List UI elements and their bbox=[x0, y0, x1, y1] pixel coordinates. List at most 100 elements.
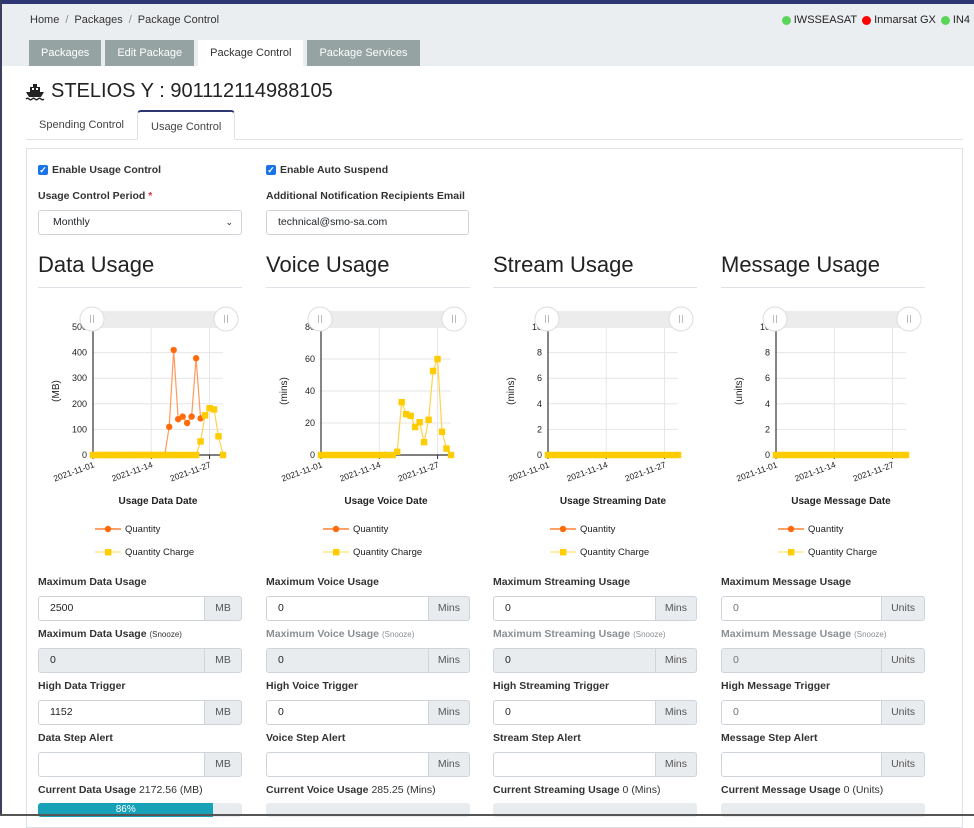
high-trigger-input-group: 0 Mins bbox=[493, 700, 697, 725]
range-slider-track[interactable] bbox=[547, 311, 682, 328]
snooze-usage-input-group: 0 Units bbox=[721, 648, 925, 673]
high-trigger-input[interactable]: 0 bbox=[493, 700, 656, 725]
legend-quantity-marker bbox=[104, 525, 112, 533]
current-usage-label: Current Message Usage 0 (Units) bbox=[721, 784, 883, 796]
high-trigger-input[interactable]: 1152 bbox=[38, 700, 205, 725]
legend-quantity-label[interactable]: Quantity bbox=[353, 524, 389, 535]
quantity-charge-point bbox=[438, 428, 446, 435]
y-tick-label: 8 bbox=[537, 348, 542, 358]
x-tick-label: 2021-11-01 bbox=[735, 459, 779, 483]
legend-quantity-label[interactable]: Quantity bbox=[808, 524, 844, 535]
legend-quantity-label[interactable]: Quantity bbox=[125, 524, 161, 535]
x-tick-label: 2021-11-27 bbox=[852, 459, 896, 483]
range-slider-track[interactable] bbox=[320, 311, 455, 328]
high-trigger-input[interactable]: 0 bbox=[721, 700, 883, 725]
step-alert-input-group: Mins bbox=[493, 752, 697, 777]
enable-auto-suspend-checkbox[interactable]: ✓ bbox=[266, 165, 276, 175]
breadcrumb-home[interactable]: Home bbox=[30, 14, 59, 26]
x-tick-label: 2021-11-14 bbox=[793, 459, 837, 483]
email-label: Additional Notification Recipients Email bbox=[266, 190, 465, 202]
legend-charge-label[interactable]: Quantity Charge bbox=[808, 547, 877, 558]
y-tick-label: 300 bbox=[72, 373, 87, 383]
snooze-usage-input-group: 0 Mins bbox=[493, 648, 697, 673]
section-divider bbox=[721, 287, 925, 288]
required-marker: * bbox=[148, 190, 153, 202]
y-tick-label: 6 bbox=[765, 373, 770, 383]
tab-usage-control[interactable]: Usage Control bbox=[137, 110, 236, 140]
y-tick-label: 6 bbox=[537, 373, 542, 383]
max-usage-input[interactable]: 0 bbox=[493, 596, 656, 621]
range-slider-handle[interactable] bbox=[762, 306, 788, 332]
current-unit: (Mins) bbox=[406, 784, 436, 796]
max-usage-label: Maximum Voice Usage bbox=[266, 576, 380, 588]
x-tick-label: 2021-11-27 bbox=[624, 459, 668, 483]
max-usage-input[interactable]: 2500 bbox=[38, 596, 205, 621]
breadcrumb-separator: / bbox=[128, 14, 132, 26]
main-tabs: Packages Edit Package Package Control Pa… bbox=[29, 40, 420, 66]
range-slider-track[interactable] bbox=[775, 311, 910, 328]
range-slider-handle[interactable] bbox=[441, 306, 467, 332]
step-alert-input[interactable] bbox=[38, 752, 205, 777]
usage-control-period-select[interactable]: Monthly ⌄ bbox=[38, 210, 242, 235]
x-tick-label: 2021-11-14 bbox=[110, 459, 154, 483]
range-slider-handle[interactable] bbox=[213, 306, 239, 332]
snooze-usage-label: Maximum Message Usage (Snooze) bbox=[721, 628, 887, 640]
section-heading: Message Usage bbox=[721, 252, 880, 277]
tab-edit-package[interactable]: Edit Package bbox=[105, 40, 195, 66]
legend-charge-label[interactable]: Quantity Charge bbox=[353, 547, 422, 558]
usage-chart: 0 20 40 60 80 2021-11-01 2021-11-14 2021-11-27(… bbox=[266, 300, 476, 570]
step-alert-input[interactable] bbox=[266, 752, 429, 777]
tab-package-control[interactable]: Package Control bbox=[198, 40, 304, 66]
high-trigger-input-group: 0 Units bbox=[721, 700, 925, 725]
x-tick-label: 2021-11-14 bbox=[565, 459, 609, 483]
status-label: IWSSEASAT bbox=[793, 14, 858, 26]
breadcrumb-packages[interactable]: Packages bbox=[74, 14, 122, 26]
y-tick-label: 2 bbox=[537, 424, 542, 434]
quantity-charge-point bbox=[420, 439, 428, 446]
enable-auto-suspend-label: Enable Auto Suspend bbox=[280, 164, 389, 176]
step-alert-input-group: Units bbox=[721, 752, 925, 777]
legend-charge-label[interactable]: Quantity Charge bbox=[125, 547, 194, 558]
range-slider-track[interactable] bbox=[92, 311, 227, 328]
high-trigger-label: High Streaming Trigger bbox=[493, 680, 610, 692]
breadcrumb: Home / Packages / Package Control bbox=[30, 14, 219, 26]
snooze-suffix: (Snooze) bbox=[854, 630, 887, 639]
chevron-down-icon: ⌄ bbox=[225, 217, 233, 227]
legend-quantity-label[interactable]: Quantity bbox=[580, 524, 616, 535]
range-slider-handle[interactable] bbox=[307, 306, 333, 332]
step-alert-input[interactable] bbox=[493, 752, 656, 777]
x-axis-label: Usage Streaming Date bbox=[560, 496, 667, 507]
snooze-label-text: Maximum Data Usage bbox=[38, 628, 147, 640]
range-slider-handle[interactable] bbox=[534, 306, 560, 332]
section-heading: Data Usage bbox=[38, 252, 155, 277]
legend-quantity-marker bbox=[787, 525, 795, 533]
tab-packages[interactable]: Packages bbox=[29, 40, 102, 66]
max-usage-input[interactable]: 0 bbox=[266, 596, 429, 621]
quantity-charge-point bbox=[674, 451, 682, 459]
y-tick-label: 4 bbox=[537, 399, 542, 409]
range-slider-handle[interactable] bbox=[668, 306, 694, 332]
quantity-point bbox=[183, 419, 191, 427]
unit-addon: Mins bbox=[655, 700, 697, 725]
chart-svg: 02468102021-11-01 2021-11-14 2021-11-27(mi… bbox=[506, 306, 694, 558]
range-slider-handle[interactable] bbox=[896, 306, 922, 332]
current-usage-label: Current Streaming Usage 0 (Mins) bbox=[493, 784, 660, 796]
step-alert-input[interactable] bbox=[721, 752, 883, 777]
enable-usage-control-checkbox[interactable]: ✓ bbox=[38, 165, 48, 175]
max-usage-input[interactable]: 0 bbox=[721, 596, 883, 621]
high-trigger-input[interactable]: 0 bbox=[266, 700, 429, 725]
current-value: 0 bbox=[843, 784, 850, 796]
email-input[interactable]: technical@smo-sa.com bbox=[266, 210, 469, 235]
y-tick-label: 0 bbox=[310, 450, 315, 460]
quantity-charge-point bbox=[215, 433, 222, 440]
legend-charge-label[interactable]: Quantity Charge bbox=[580, 547, 649, 558]
step-alert-label: Voice Step Alert bbox=[266, 732, 346, 744]
snooze-usage-input: 0 bbox=[266, 648, 429, 673]
tab-package-services[interactable]: Package Services bbox=[307, 40, 420, 66]
quantity-charge-point bbox=[425, 416, 432, 423]
range-slider-handle[interactable] bbox=[79, 306, 105, 332]
unit-addon: Mins bbox=[428, 648, 470, 673]
tab-spending-control[interactable]: Spending Control bbox=[26, 110, 137, 140]
y-tick-label: 8 bbox=[765, 348, 770, 358]
snooze-suffix: (Snooze) bbox=[633, 630, 666, 639]
